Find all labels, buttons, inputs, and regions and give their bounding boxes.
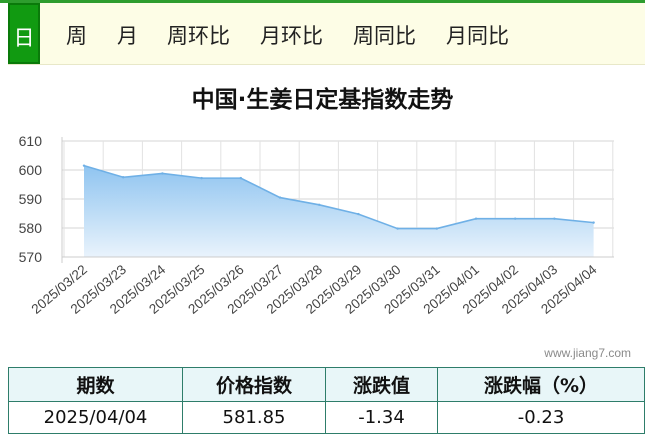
tab-day[interactable]: 日	[8, 3, 40, 64]
tab-week-on-week[interactable]: 周环比	[167, 3, 230, 64]
data-point	[239, 176, 242, 180]
tab-month-on-month[interactable]: 月环比	[260, 3, 323, 64]
data-point	[435, 227, 438, 230]
table-row: 2025/04/04 581.85 -1.34 -0.23	[8, 401, 645, 434]
data-point	[553, 217, 556, 220]
header-price-index: 价格指数	[182, 367, 326, 402]
y-tick-label: 590	[19, 191, 43, 207]
cell-period: 2025/04/04	[8, 401, 183, 434]
header-change-percent: 涨跌幅（%）	[437, 367, 645, 402]
data-point	[200, 176, 203, 180]
y-tick-label: 610	[19, 133, 43, 149]
data-point	[318, 203, 321, 206]
index-summary-table: 期数 价格指数 涨跌值 涨跌幅（%） 2025/04/04 581.85 -1.…	[8, 367, 645, 434]
cell-change-percent: -0.23	[437, 401, 645, 434]
tab-month[interactable]: 月	[117, 3, 138, 64]
data-point	[278, 196, 282, 199]
site-watermark: www.jiang7.com	[544, 346, 631, 360]
tab-week[interactable]: 周	[66, 3, 87, 64]
data-point	[396, 227, 399, 230]
data-point	[161, 172, 164, 175]
chart-title: 中国·生姜日定基指数走势	[191, 87, 454, 113]
y-tick-label: 580	[19, 220, 43, 236]
cell-change-value: -1.34	[325, 401, 438, 434]
period-tab-bar: 日 周 月 周环比 月环比 周同比 月同比	[8, 3, 645, 65]
data-point	[514, 217, 517, 220]
index-trend-chart: 5705805906006102025/03/222025/03/232025/…	[19, 133, 614, 317]
y-tick-label: 570	[19, 249, 43, 265]
data-point	[82, 164, 86, 167]
header-period: 期数	[8, 367, 183, 402]
data-point	[357, 212, 360, 216]
table-header-row: 期数 价格指数 涨跌值 涨跌幅（%）	[8, 367, 645, 402]
tab-week-year-on-year[interactable]: 周同比	[353, 3, 416, 64]
header-change-value: 涨跌值	[325, 367, 438, 402]
data-point	[592, 221, 595, 224]
y-tick-label: 600	[19, 162, 43, 178]
data-point	[474, 217, 478, 220]
cell-price-index: 581.85	[182, 401, 326, 434]
tab-month-year-on-year[interactable]: 月同比	[446, 3, 509, 64]
data-point	[122, 176, 125, 179]
